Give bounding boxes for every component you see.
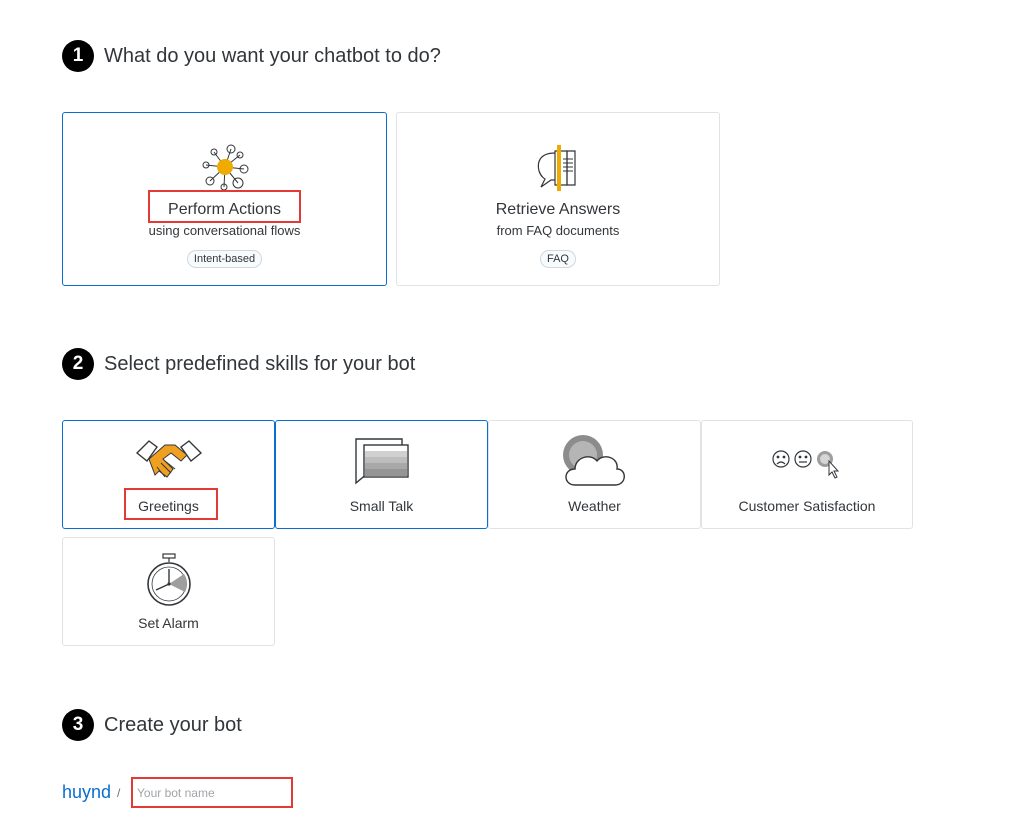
chat-bubbles-icon — [276, 435, 487, 487]
network-nodes-icon — [63, 143, 386, 191]
cloud-sun-icon — [489, 433, 700, 489]
option-title: Retrieve Answers — [495, 201, 621, 218]
step-1-header: 1 What do you want your chatbot to do? — [62, 40, 441, 72]
option-subtitle: from FAQ documents — [496, 223, 620, 238]
skill-set-alarm[interactable]: Set Alarm — [62, 537, 275, 646]
skill-customer-satisfaction[interactable]: Customer Satisfaction — [701, 420, 913, 529]
step-title: Select predefined skills for your bot — [104, 352, 416, 375]
highlight-box — [124, 488, 218, 520]
highlight-box — [148, 190, 301, 223]
skill-label: Weather — [568, 498, 621, 514]
skill-label: Small Talk — [349, 498, 414, 514]
step-3-header: 3 Create your bot — [62, 709, 242, 741]
option-subtitle: using conversational flows — [148, 223, 301, 238]
step-number-badge: 3 — [62, 709, 94, 741]
owner-link[interactable]: huynd — [62, 782, 111, 803]
handshake-icon — [63, 435, 274, 485]
skill-weather[interactable]: Weather — [488, 420, 701, 529]
skill-small-talk[interactable]: Small Talk — [275, 420, 488, 529]
skill-label: Customer Satisfaction — [738, 498, 876, 514]
bot-name-input[interactable] — [131, 777, 293, 808]
document-speech-bubble-icon — [397, 143, 719, 191]
option-tag: FAQ — [539, 250, 576, 268]
skill-label: Set Alarm — [138, 615, 199, 631]
step-number-badge: 2 — [62, 348, 94, 380]
path-separator: / — [117, 786, 121, 800]
step-title: What do you want your chatbot to do? — [104, 44, 441, 67]
smiley-faces-icon — [702, 447, 912, 479]
step-2-header: 2 Select predefined skills for your bot — [62, 348, 415, 380]
stopwatch-icon — [63, 552, 274, 608]
step-title: Create your bot — [104, 713, 242, 736]
option-retrieve-answers[interactable]: Retrieve Answers from FAQ documents FAQ — [396, 112, 720, 286]
step-number-badge: 1 — [62, 40, 94, 72]
option-tag: Intent-based — [186, 250, 263, 268]
